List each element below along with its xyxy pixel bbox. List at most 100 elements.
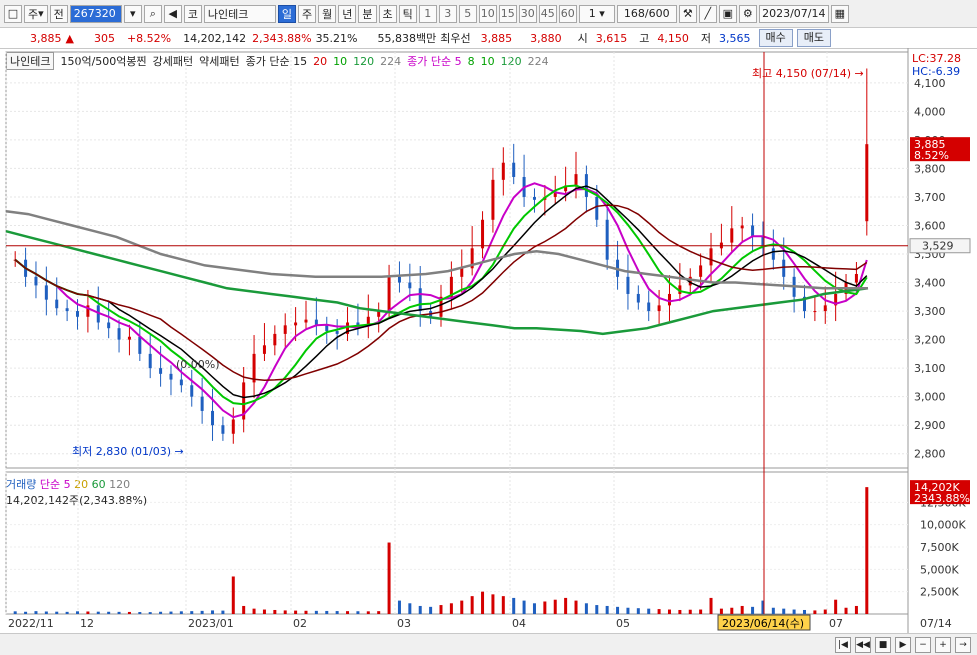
volume-bar [823,609,827,614]
interval-45[interactable]: 45 [538,4,557,23]
volume-bar [574,600,578,614]
interval-5[interactable]: 5 [458,4,477,23]
volume-bar [86,611,90,614]
volume-bar [34,611,38,614]
chevron-down-icon[interactable]: ▾ [123,4,142,23]
volume-bar [138,612,142,614]
speaker-icon[interactable]: ◀ [163,4,182,23]
stock-chart[interactable]: 4,1004,0003,9003,8003,7003,6003,5003,400… [0,48,977,633]
chart-tool-icon[interactable]: ⚒ [678,4,697,23]
candle-body [636,293,640,303]
volume-bar [657,609,661,614]
volume-bar [221,610,225,614]
chart-window-icon[interactable]: □ [4,4,22,23]
time-tick-label: 07 [829,617,843,630]
candle-body [626,276,630,294]
volume-bar [543,601,547,614]
candle-body [117,328,121,340]
hc-label: HC:-6.39 [912,65,960,78]
date-field[interactable]: 2023/07/14 [758,4,829,23]
interval-15[interactable]: 15 [498,4,517,23]
best-bid-label: 최우선 [440,32,471,45]
ma224-line [5,209,868,290]
bottom-nav-bar: |◀ ◀◀ ■ ▶ − + → [0,633,977,655]
interval-value: 1 [588,7,596,20]
interval-input[interactable]: 1 ▾ [578,4,615,23]
volume-bar [283,610,287,614]
volume-bar [616,606,620,614]
interval-60[interactable]: 60 [558,4,577,23]
count-field[interactable]: 168/600 [616,4,677,23]
volume-bar [719,608,723,614]
candle-body [325,325,329,332]
interval-1[interactable]: 1 [418,4,437,23]
candle-body [771,248,775,260]
volume-bar [387,542,391,614]
candle-body [751,225,755,237]
zoom-out-icon[interactable]: − [915,636,931,653]
tab-period-day[interactable]: 일 [277,4,297,23]
candle-body [699,265,703,277]
type-select[interactable]: 주 ▾ [24,4,48,23]
time-tick-label: 12 [80,617,94,630]
volume-bar [854,605,858,614]
volume-bar [231,576,235,614]
sell-button[interactable]: 매도 [796,29,831,47]
gear-icon[interactable]: ⚙ [738,4,757,23]
candle-body [76,311,80,317]
volume-bar [636,608,640,614]
first-icon[interactable]: |◀ [835,636,851,653]
candle-body [335,331,339,334]
volume-bar [470,596,474,614]
volume-bar [740,605,744,614]
volume-bar [366,611,370,614]
buy-button[interactable]: 매수 [758,29,793,47]
tab-period-year[interactable]: 년 [338,4,357,23]
volume-bar [314,610,318,614]
zoom-in-icon[interactable]: + [935,636,951,653]
time-tick-label: 02 [293,617,307,630]
rewind-icon[interactable]: ◀◀ [855,636,871,653]
market-label: 코 [183,4,202,23]
calendar-icon[interactable]: ▦ [830,4,849,23]
candle-body [252,353,256,383]
tab-period-week[interactable]: 주 [298,4,317,23]
time-tick-label: 04 [512,617,526,630]
stop-icon[interactable]: ■ [875,636,891,653]
forward-icon[interactable]: ▶ [895,636,911,653]
volume-bar [179,611,183,614]
interval-3[interactable]: 3 [438,4,457,23]
candle-body [107,322,111,329]
candle-body [813,311,817,313]
save-icon[interactable]: ▣ [718,4,737,23]
price-panel-frame [5,51,909,469]
volume-bar [553,599,557,614]
tab-period-second[interactable]: 초 [378,4,397,23]
volume-bar [304,610,308,614]
stock-name-field[interactable]: 나인테크 [203,4,276,23]
stock-code-input[interactable]: 267320 [69,4,122,23]
volume-bar [782,608,786,614]
tab-period-month[interactable]: 월 [318,4,337,23]
draw-tool-icon[interactable]: ╱ [698,4,717,23]
interval-30[interactable]: 30 [518,4,537,23]
volume-bar [408,603,412,614]
candle-body [211,410,215,426]
volume-bar [211,610,215,614]
candle-body [34,276,38,286]
price-tick-label: 3,200 [914,334,946,347]
search-icon[interactable]: ⌕ [143,4,162,23]
volume-bar [699,609,703,614]
volume-bar [449,603,453,614]
prev-button[interactable]: 전 [49,4,68,23]
low-label: 저 [700,32,711,45]
volume-bar [273,609,277,614]
tab-period-minute[interactable]: 분 [358,4,377,23]
change-value: 305 [93,31,115,45]
arrow-right-icon[interactable]: → [955,636,971,653]
interval-10[interactable]: 10 [478,4,497,23]
price-tick-label: 3,600 [914,219,946,232]
tab-period-tick[interactable]: 틱 [398,4,417,23]
volume-bar [865,487,869,614]
high-label: 고 [639,32,650,45]
